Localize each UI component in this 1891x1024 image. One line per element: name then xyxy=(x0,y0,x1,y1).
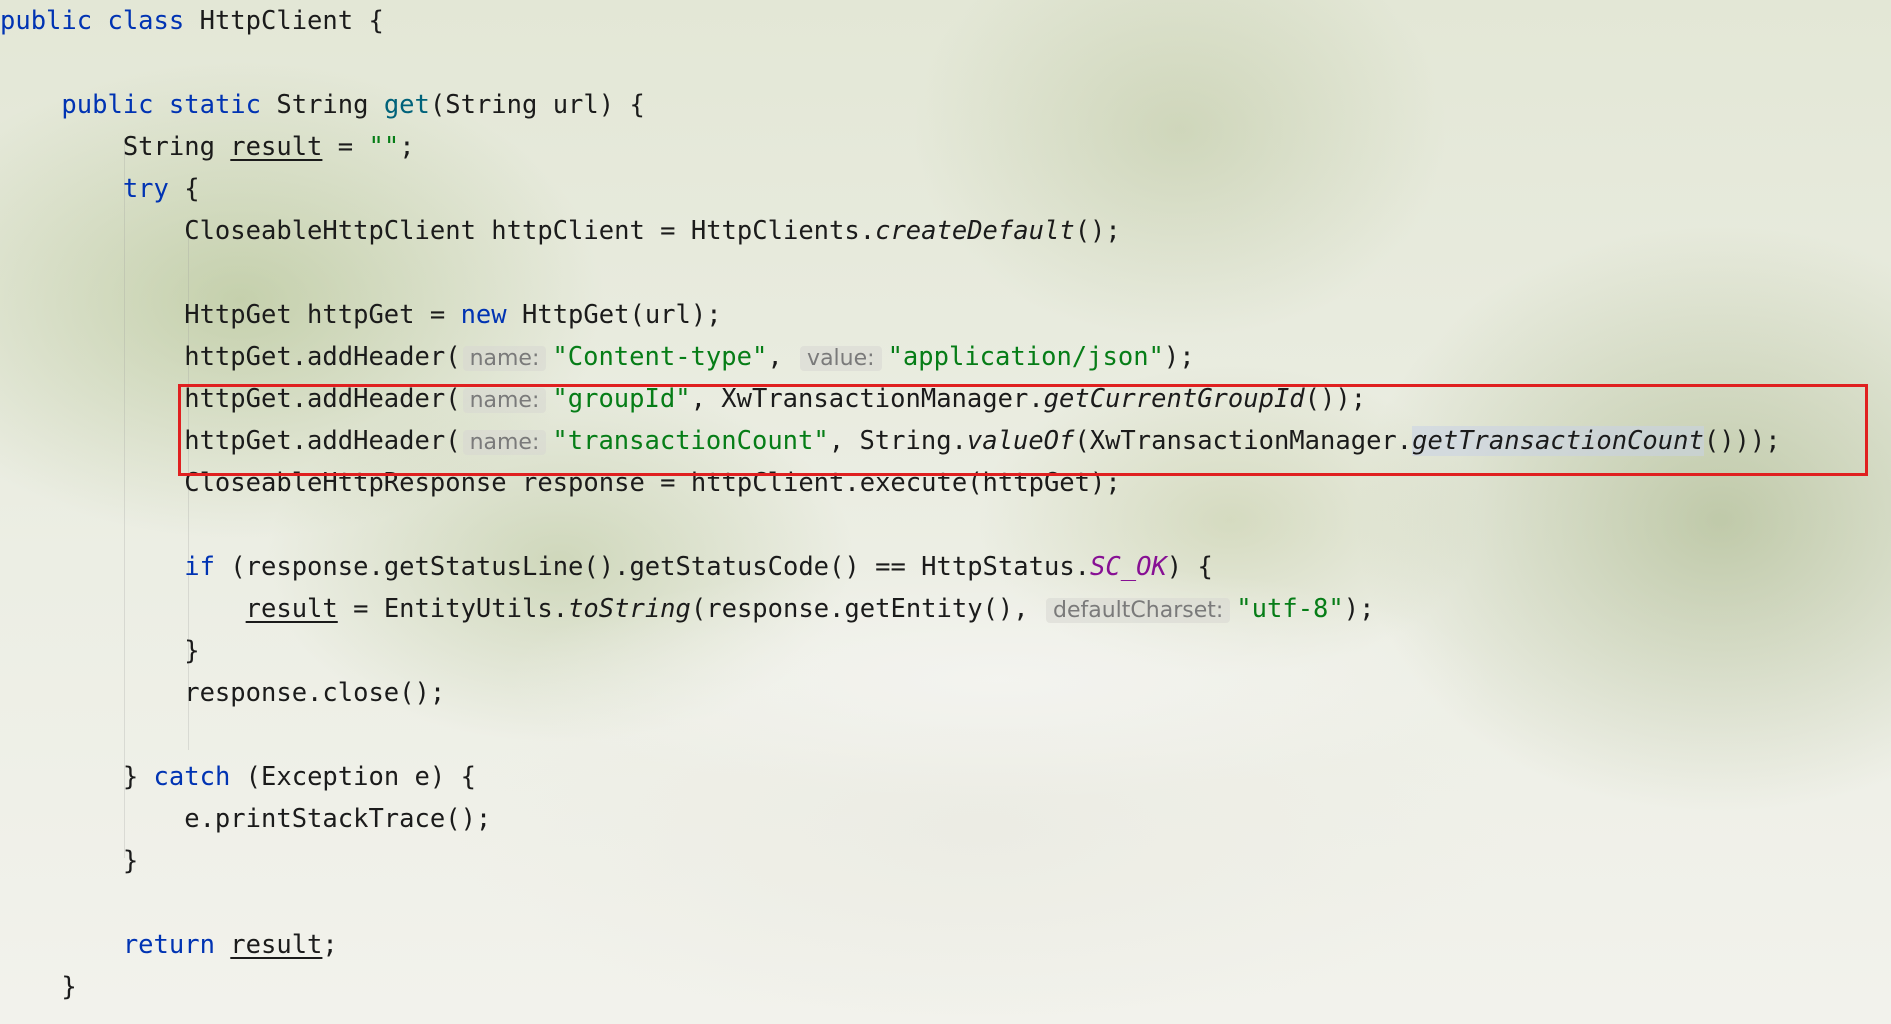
code-line-18[interactable] xyxy=(0,714,1891,756)
code-line-17[interactable]: response.close(); xyxy=(0,672,1891,714)
code-line-16[interactable]: } xyxy=(0,630,1891,672)
code-line-3[interactable]: public static String get(String url) { xyxy=(0,84,1891,126)
code-line-2[interactable] xyxy=(0,42,1891,84)
code-line-24[interactable]: } xyxy=(0,966,1891,1008)
code-line-19[interactable]: } catch (Exception e) { xyxy=(0,756,1891,798)
code-editor[interactable]: public class HttpClient { public static … xyxy=(0,0,1891,1008)
code-line-23[interactable]: return result; xyxy=(0,924,1891,966)
code-line-21[interactable]: } xyxy=(0,840,1891,882)
code-line-15[interactable]: result = EntityUtils.toString(response.g… xyxy=(0,588,1891,630)
code-line-8[interactable]: HttpGet httpGet = new HttpGet(url); xyxy=(0,294,1891,336)
code-line-6[interactable]: CloseableHttpClient httpClient = HttpCli… xyxy=(0,210,1891,252)
code-line-1[interactable]: public class HttpClient { xyxy=(0,0,1891,42)
code-line-13[interactable] xyxy=(0,504,1891,546)
code-line-14[interactable]: if (response.getStatusLine().getStatusCo… xyxy=(0,546,1891,588)
param-hint-name: name: xyxy=(462,346,547,371)
highlight-annotation-box xyxy=(178,384,1868,476)
code-line-20[interactable]: e.printStackTrace(); xyxy=(0,798,1891,840)
code-line-22[interactable] xyxy=(0,882,1891,924)
code-line-7[interactable] xyxy=(0,252,1891,294)
code-line-5[interactable]: try { xyxy=(0,168,1891,210)
code-line-9[interactable]: httpGet.addHeader(name: "Content-type", v… xyxy=(0,336,1891,378)
param-hint-default-charset: defaultCharset: xyxy=(1046,598,1231,623)
param-hint-value: value: xyxy=(800,346,882,371)
code-line-4[interactable]: String result = ""; xyxy=(0,126,1891,168)
